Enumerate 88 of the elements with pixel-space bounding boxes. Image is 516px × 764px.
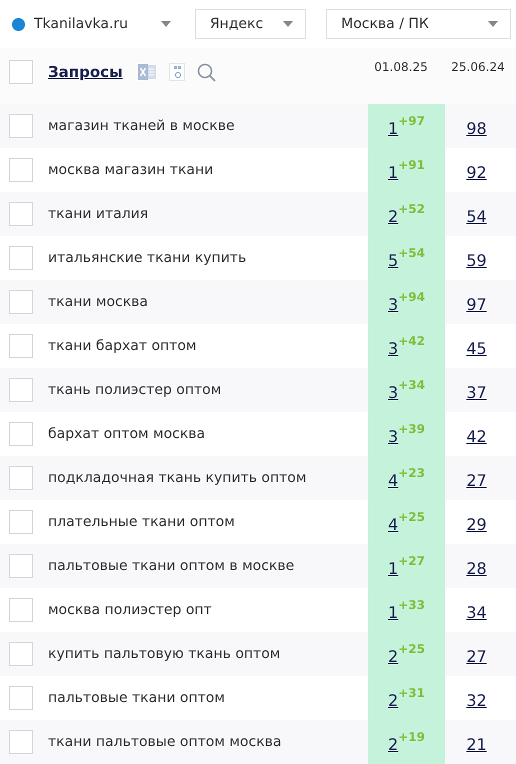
query-text: москва полиэстер опт [48,602,213,618]
previous-position-link[interactable]: 28 [466,559,487,578]
position-link[interactable]: 3 [388,427,398,446]
position-link[interactable]: 2 [388,691,398,710]
previous-position-link[interactable]: 21 [466,735,487,754]
row-checkbox[interactable] [9,686,33,710]
date-heading: 25.06.24 [450,60,506,74]
change-value: +33 [398,598,425,612]
previous-position-link[interactable]: 29 [466,515,487,534]
caret-icon [488,21,498,27]
change-value: +19 [398,730,425,744]
search-icon[interactable] [196,62,216,82]
query-text: итальянские ткани купить [48,250,248,266]
position-link[interactable]: 1 [388,603,398,622]
previous-position-link[interactable]: 97 [466,295,487,314]
query-text: бархат оптом москва [48,426,206,442]
caret-icon [283,21,294,27]
grouping-icon[interactable] [168,63,185,81]
position-link[interactable]: 1 [388,559,398,578]
position-link[interactable]: 2 [388,647,398,666]
query-text: ткани италия [48,206,150,222]
change-value: +91 [398,158,425,172]
row-checkbox[interactable] [9,114,33,138]
change-value: +97 [398,114,425,128]
spreadsheet-icon[interactable] [136,63,157,81]
row-checkbox[interactable] [9,202,33,226]
query-text: пальтовые ткани оптом [48,690,226,706]
position-link[interactable]: 3 [388,383,398,402]
row-checkbox[interactable] [9,378,33,402]
query-text: ткани пальтовые оптом москва [48,734,282,750]
row-checkbox[interactable] [9,730,33,754]
row-checkbox[interactable] [9,510,33,534]
query-text: ткань полиэстер оптом [48,382,222,398]
change-value: +31 [398,686,425,700]
previous-position-link[interactable]: 42 [466,427,487,446]
query-text: магазин тканей в москве [48,118,236,134]
position-link[interactable]: 3 [388,295,398,314]
position-link[interactable]: 2 [388,735,398,754]
row-checkbox[interactable] [9,598,33,622]
query-text: плательные ткани оптом [48,514,236,530]
previous-position-link[interactable]: 37 [466,383,487,402]
query-text: купить пальтовую ткань оптом [48,646,282,662]
position-link[interactable]: 5 [388,251,398,270]
change-value: +54 [398,246,425,260]
position-link[interactable]: 4 [388,515,398,534]
caret-icon [160,21,171,27]
row-checkbox[interactable] [9,554,33,578]
change-value: +34 [398,378,425,392]
previous-position-link[interactable]: 92 [466,163,487,182]
previous-position-link[interactable]: 54 [466,207,487,226]
position-link[interactable]: 4 [388,471,398,490]
search-engine-dropdown[interactable]: Яндекс [194,9,306,39]
change-value: +94 [398,290,425,304]
position-link[interactable]: 2 [388,207,398,226]
row-checkbox[interactable] [9,466,33,490]
previous-position-link[interactable]: 59 [466,251,487,270]
select-all-checkbox[interactable] [9,60,33,84]
row-checkbox[interactable] [9,290,33,314]
row-checkbox[interactable] [9,158,33,182]
change-value: +27 [398,554,425,568]
change-value: +25 [398,510,425,524]
change-value: +39 [398,422,425,436]
query-text: москва магазин ткани [48,162,214,178]
previous-position-link[interactable]: 27 [466,471,487,490]
previous-position-link[interactable]: 34 [466,603,487,622]
change-value: +23 [398,466,425,480]
previous-position-link[interactable]: 98 [466,119,487,138]
position-link[interactable]: 1 [388,119,398,138]
site-dropdown[interactable]: Tkanilavka.ru [10,9,175,39]
query-text: ткани бархат оптом [48,338,198,354]
query-text: подкладочная ткань купить оптом [48,470,308,486]
position-link[interactable]: 1 [388,163,398,182]
previous-position-link[interactable]: 32 [466,691,487,710]
row-checkbox[interactable] [9,642,33,666]
previous-position-link[interactable]: 45 [466,339,487,358]
query-text: пальтовые ткани оптом в москве [48,558,296,574]
change-value: +42 [398,334,425,348]
change-value: +52 [398,202,425,216]
row-checkbox[interactable] [9,422,33,446]
region-dropdown[interactable]: Москва / ПК [326,9,511,39]
date-heading: 01.08.25 [373,60,429,74]
previous-position-link[interactable]: 27 [466,647,487,666]
row-checkbox[interactable] [9,246,33,270]
position-link[interactable]: 3 [388,339,398,358]
query-text: ткани москва [48,294,150,310]
queries-link[interactable]: Запросы [48,63,123,81]
row-checkbox[interactable] [9,334,33,358]
change-value: +25 [398,642,425,656]
